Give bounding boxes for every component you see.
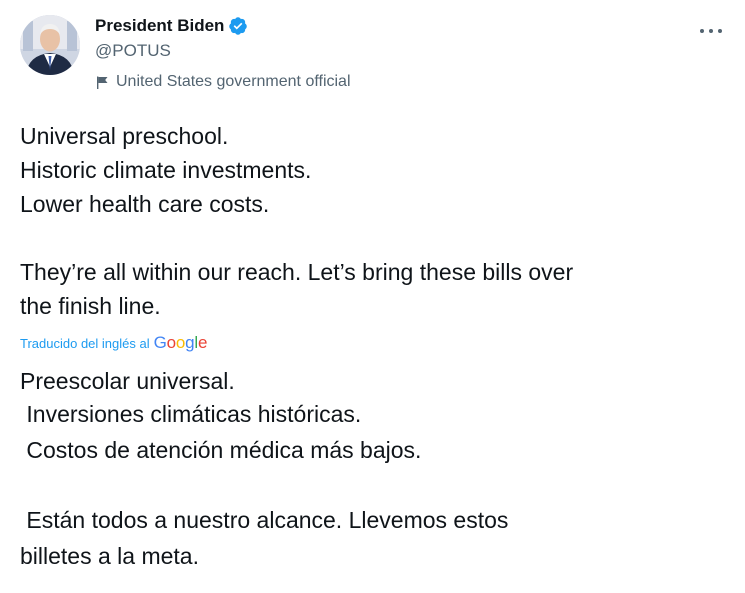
translated-text-line: Preescolar universal. (20, 368, 235, 394)
affiliation-label: United States government official (95, 73, 351, 91)
tweet-text-line: Universal preschool. (20, 123, 229, 149)
google-logo-letter: o (175, 333, 186, 352)
translated-text-line: Inversiones climáticas históricas. (20, 401, 362, 427)
tweet-card: President Biden @POTUS United States gov (0, 0, 745, 593)
google-logo-letter: o (166, 333, 176, 352)
affiliation-label-text: United States government official (116, 73, 351, 90)
translated-text-line: billetes a la meta. (20, 543, 199, 569)
tweet-text: Universal preschool. Historic climate in… (20, 119, 730, 323)
author-info: President Biden @POTUS United States gov (95, 14, 351, 91)
tweet-header: President Biden @POTUS United States gov (20, 13, 730, 93)
translated-text-line: Costos de atención médica más bajos. (20, 437, 422, 463)
tweet-text-line: Historic climate investments. (20, 157, 312, 183)
translation-attribution-text: Traducido del inglés al (20, 335, 150, 351)
display-name-row: President Biden (95, 14, 351, 38)
translated-text: Preescolar universal. Inversiones climát… (20, 366, 730, 574)
google-logo: Google (154, 333, 208, 353)
translation-attribution-link[interactable]: Traducido del inglés al Google (20, 333, 207, 353)
display-name[interactable]: President Biden (95, 16, 224, 36)
handle[interactable]: @POTUS (95, 41, 351, 63)
google-logo-letter: e (198, 333, 208, 352)
more-options-button[interactable] (700, 21, 722, 41)
translated-text-line: Están todos a nuestro alcance. Llevemos … (20, 507, 509, 533)
portrait-avatar-icon (20, 15, 80, 75)
google-logo-letter: G (153, 333, 167, 352)
flag-icon (95, 75, 110, 90)
tweet-text-line: They’re all within our reach. Let’s brin… (20, 259, 574, 285)
verified-badge-icon (228, 16, 248, 36)
tweet-text-blank-line (20, 221, 730, 255)
avatar[interactable] (20, 15, 80, 75)
translated-text-blank-line (20, 468, 730, 502)
tweet-text-line: the finish line. (20, 293, 161, 319)
tweet-text-line: Lower health care costs. (20, 191, 270, 217)
more-options-icon (700, 29, 704, 33)
